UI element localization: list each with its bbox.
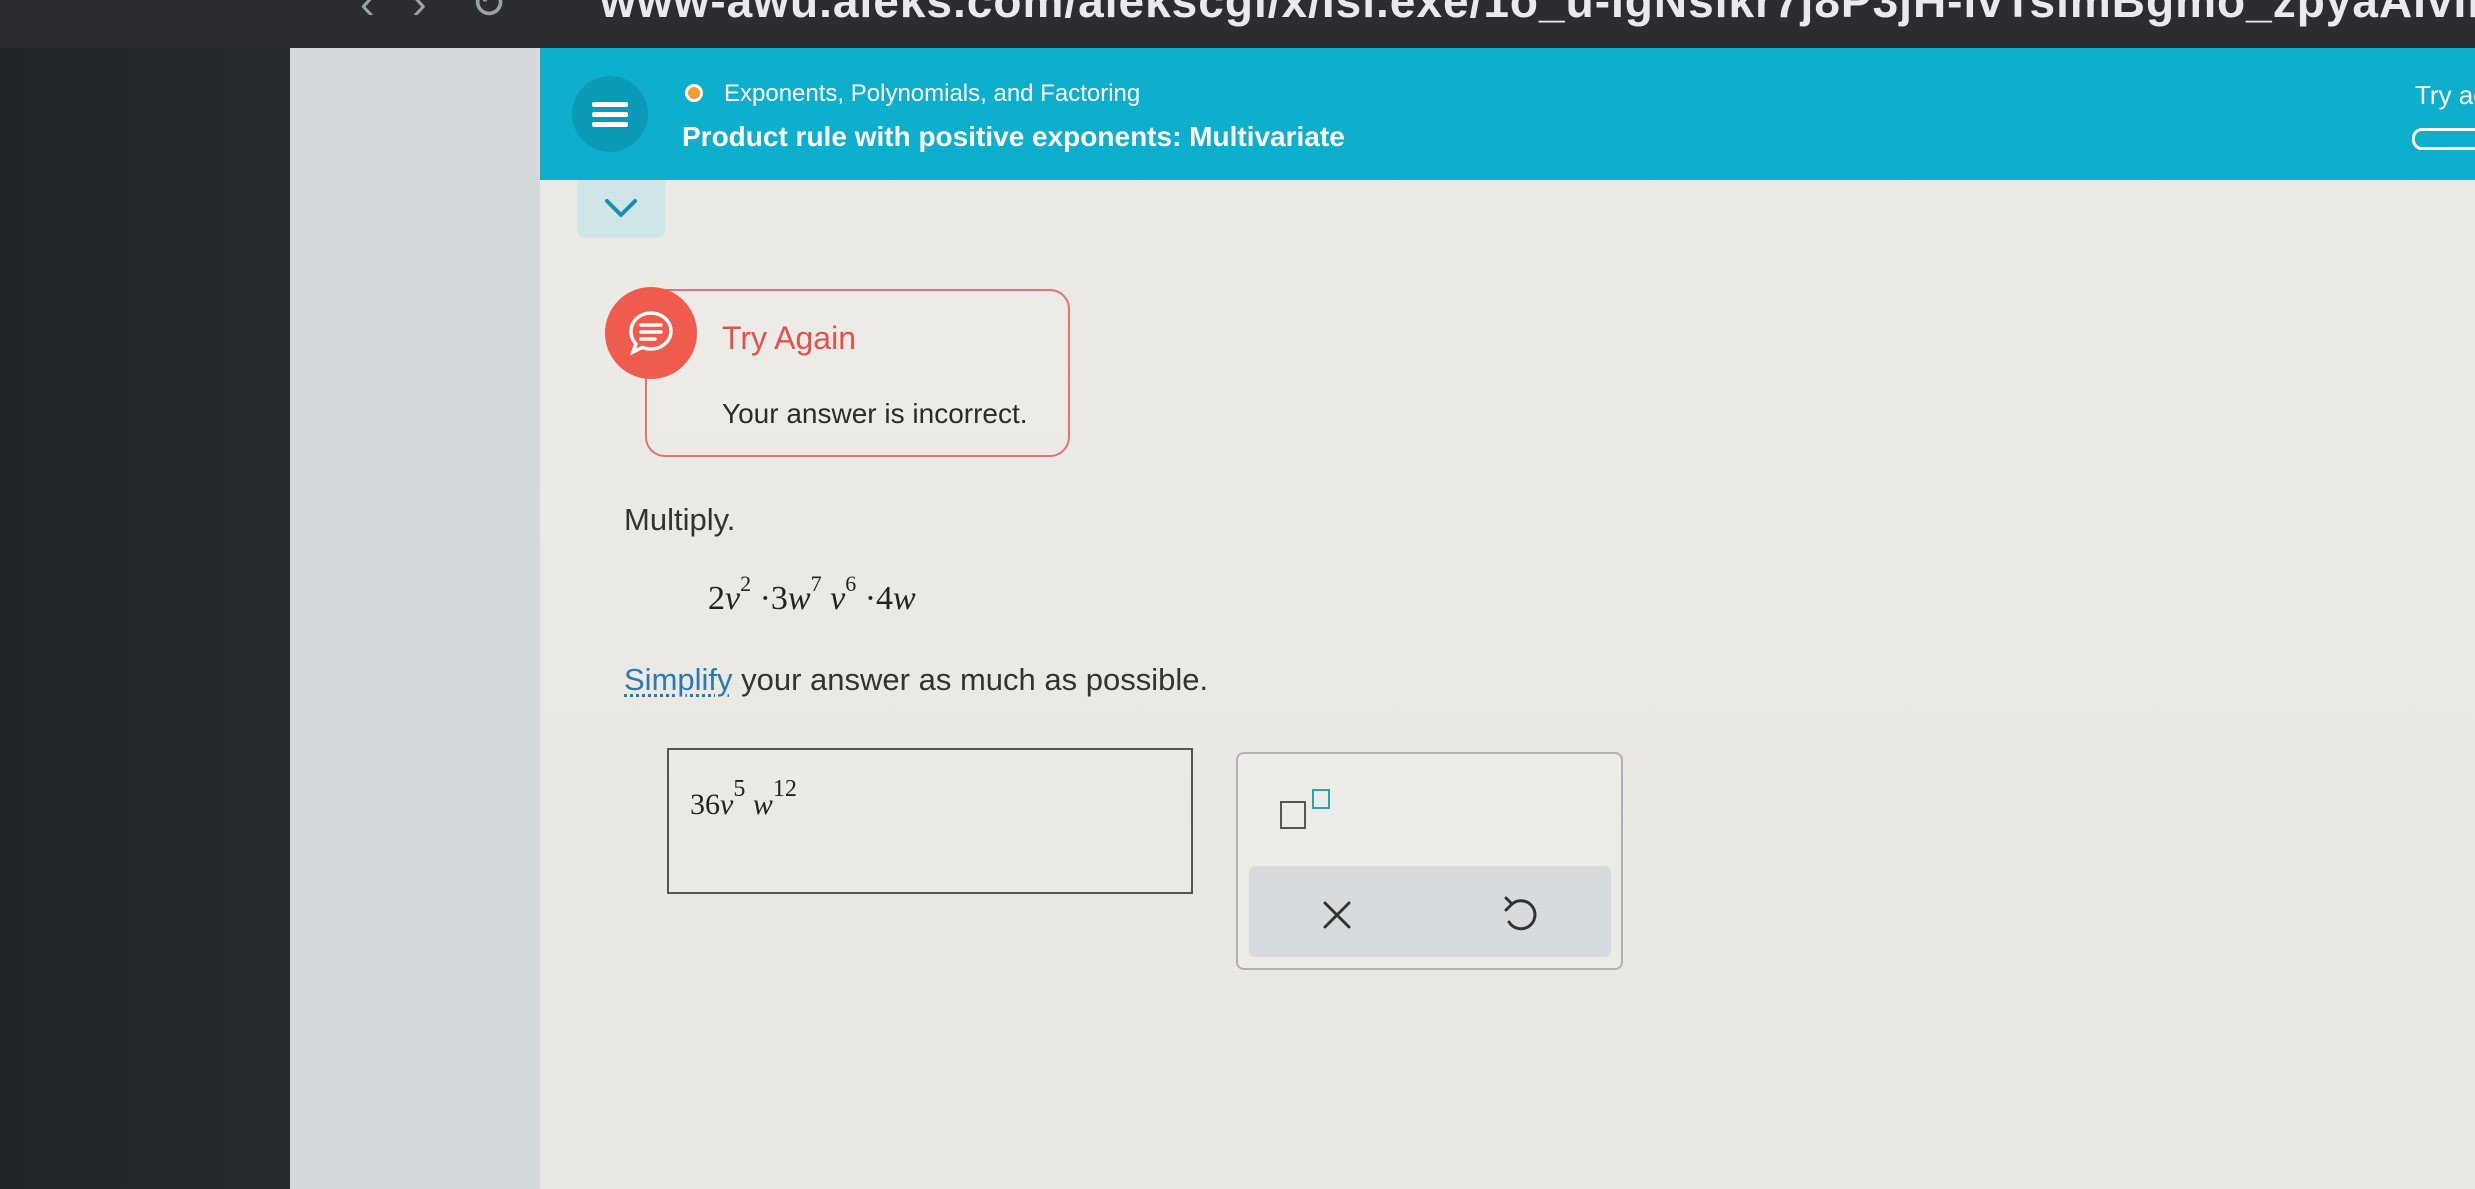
exponent-template-icon-power — [1312, 789, 1330, 809]
clear-button[interactable] — [1312, 890, 1362, 940]
simplify-instruction: Simplify your answer as much as possible… — [624, 662, 1208, 698]
hamburger-icon-bar — [592, 122, 628, 127]
menu-button[interactable] — [572, 76, 648, 152]
x-icon — [1323, 901, 1351, 929]
feedback-badge — [605, 287, 697, 379]
main-content — [540, 48, 2475, 1189]
exponent-button[interactable] — [1278, 785, 1338, 835]
coefficient: 4 — [876, 580, 894, 617]
answer-exponent: 12 — [772, 776, 797, 802]
undo-icon — [1504, 896, 1537, 931]
exponent-template-icon — [1280, 801, 1306, 829]
answer-variable: w — [752, 788, 773, 821]
undo-button[interactable] — [1494, 888, 1546, 940]
simplify-link[interactable]: Simplify — [624, 662, 733, 697]
chevron-down-icon — [605, 199, 637, 217]
variable: v — [830, 580, 846, 617]
screen-bezel — [0, 48, 290, 1189]
topic-status-dot-icon — [685, 84, 703, 102]
variable: w — [787, 580, 811, 617]
url-bar[interactable]: www-awu.aleks.com/alekscgi/x/Isl.exe/1o_… — [600, 0, 2475, 28]
exponent: 7 — [810, 570, 822, 596]
exponent: 2 — [740, 570, 752, 596]
feedback-panel — [645, 289, 1070, 457]
dot-operator: · — [864, 580, 877, 617]
coefficient: 3 — [770, 580, 788, 617]
browser-bar: ‹ › ↻ www-awu.aleks.com/alekscgi/x/Isl.e… — [0, 0, 2475, 48]
problem-expression: 2v2 ·3w7 v6 ·4w — [708, 572, 916, 618]
forward-icon[interactable]: › — [412, 0, 427, 26]
variable: w — [893, 580, 916, 617]
coefficient: 2 — [708, 580, 725, 617]
back-icon[interactable]: ‹ — [360, 0, 375, 26]
answer-value: 36v5 w12 — [690, 770, 797, 842]
feedback-title: Try Again — [722, 320, 856, 356]
left-margin-panel — [290, 48, 540, 1189]
keypad-action-bar — [1249, 866, 1611, 957]
try-again-link[interactable]: Try ag — [2415, 80, 2475, 111]
screen: ‹ › ↻ www-awu.aleks.com/alekscgi/x/Isl.e… — [0, 0, 2475, 1189]
answer-variable: v — [720, 788, 734, 821]
variable: v — [725, 580, 741, 617]
answer-exponent: 5 — [733, 776, 746, 802]
exponent: 6 — [845, 570, 857, 596]
speech-bubble-icon — [629, 311, 673, 356]
reload-icon[interactable]: ↻ — [470, 0, 507, 26]
collapse-tab[interactable] — [577, 180, 665, 238]
header-toggle[interactable] — [2412, 128, 2475, 150]
header-band — [540, 48, 2475, 180]
problem-instruction: Multiply. — [624, 502, 736, 537]
lesson-title: Product rule with positive exponents: Mu… — [682, 121, 1345, 152]
dot-operator: · — [759, 580, 771, 617]
feedback-message: Your answer is incorrect. — [722, 398, 1028, 429]
hamburger-icon-bar — [592, 112, 628, 117]
simplify-text: your answer as much as possible. — [741, 662, 1209, 697]
topic-title: Exponents, Polynomials, and Factoring — [724, 80, 1141, 107]
answer-coefficient: 36 — [690, 788, 720, 821]
hamburger-icon-bar — [592, 102, 628, 107]
